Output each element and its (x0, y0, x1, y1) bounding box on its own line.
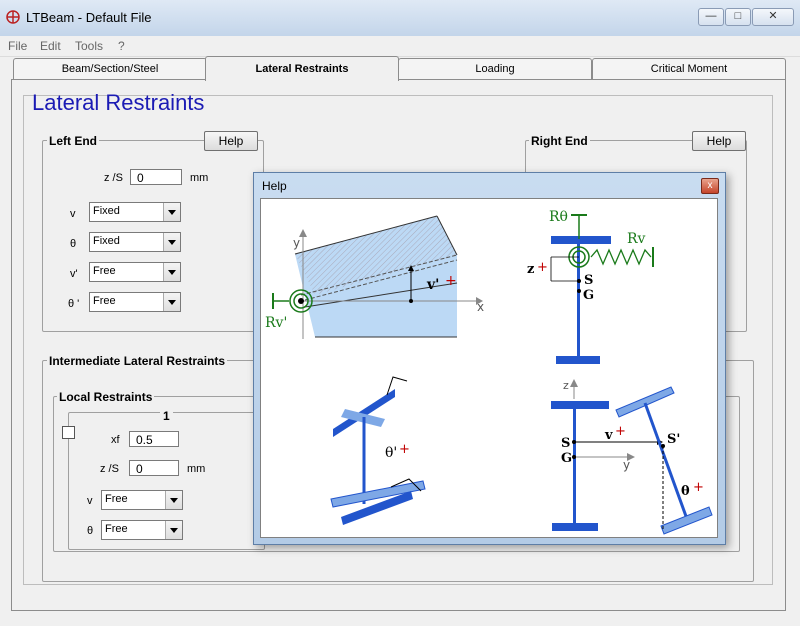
chevron-down-icon[interactable] (163, 203, 180, 221)
int-v-label: v (87, 495, 93, 507)
left-end-title: Left End (47, 134, 99, 148)
local-restraints-title: Local Restraints (57, 390, 155, 404)
tab-loading[interactable]: Loading (398, 58, 592, 79)
g-label-2: G (561, 451, 572, 466)
left-thetaprime-select[interactable]: Free (89, 292, 181, 312)
z-axis-label: z (563, 379, 569, 392)
column-number: 1 (160, 409, 173, 423)
restraint-checkbox[interactable] (62, 426, 75, 439)
int-z-input[interactable]: 0 (129, 460, 179, 476)
int-v-value: Free (105, 493, 128, 505)
theta-prime-label: θ' (385, 445, 397, 461)
tab-lateral-restraints[interactable]: Lateral Restraints (205, 56, 399, 81)
minimize-button[interactable]: — (698, 8, 724, 26)
y-axis-label-1: y (293, 236, 300, 250)
int-theta-label: θ (87, 525, 94, 537)
plus-sign-4: + (615, 424, 626, 439)
left-z-input[interactable]: 0 (130, 169, 182, 185)
maximize-button[interactable]: □ (725, 8, 751, 26)
y-axis-label-2: y (623, 458, 630, 472)
left-z-label: z /S (104, 172, 123, 184)
int-z-label: z /S (100, 463, 119, 475)
menu-tools[interactable]: Tools (75, 39, 103, 53)
help-diagram-svg: y x v' + Rv' Rθ Rv z + S G θ' + z S G v … (265, 209, 713, 535)
g-label-1: G (583, 288, 594, 303)
chevron-down-icon[interactable] (165, 521, 182, 539)
right-end-title: Right End (529, 134, 590, 148)
s-label-1: S (584, 273, 593, 288)
x-axis-label-1: x (477, 300, 484, 314)
menu-help[interactable]: ? (118, 39, 125, 53)
help-diagram: y x v' + Rv' Rθ Rv z + S G θ' + z S G v … (260, 198, 718, 538)
left-end-help-button[interactable]: Help (204, 131, 258, 151)
chevron-down-icon[interactable] (163, 263, 180, 281)
r-theta-label: Rθ (549, 209, 568, 225)
left-v-label: v (70, 208, 76, 220)
menu-edit[interactable]: Edit (40, 39, 61, 53)
plus-sign-5: + (693, 480, 704, 495)
left-thetaprime-value: Free (93, 295, 116, 307)
left-v-value: Fixed (93, 205, 120, 217)
xf-label: xf (111, 434, 120, 446)
s-label-2: S (561, 436, 570, 451)
z-dim-label: z (527, 262, 534, 277)
help-dialog: Help x y x v' + Rv' Rθ Rv z + S G θ' + z… (253, 172, 726, 545)
theta-label: θ (681, 484, 690, 499)
int-v-select[interactable]: Free (101, 490, 183, 510)
app-logo-icon (6, 10, 20, 24)
bottom-left-diagram (330, 376, 426, 525)
left-theta-select[interactable]: Fixed (89, 232, 181, 252)
int-z-unit: mm (187, 463, 206, 475)
left-v-select[interactable]: Fixed (89, 202, 181, 222)
plus-sign-3: + (399, 442, 410, 457)
r-v-label: Rv (627, 231, 646, 247)
right-end-help-button[interactable]: Help (692, 131, 746, 151)
xf-input[interactable]: 0.5 (129, 431, 179, 447)
left-vprime-label: v' (70, 268, 78, 280)
left-vprime-select[interactable]: Free (89, 262, 181, 282)
window-title: LTBeam - Default File (26, 10, 152, 25)
help-dialog-title: Help (262, 179, 287, 193)
chevron-down-icon[interactable] (163, 293, 180, 311)
tab-beam-section-steel[interactable]: Beam/Section/Steel (13, 58, 207, 79)
title-bar: LTBeam - Default File — □ ✕ (0, 0, 800, 37)
plus-sign-1: + (445, 273, 457, 289)
menu-file[interactable]: File (8, 39, 27, 53)
intermediate-title: Intermediate Lateral Restraints (47, 354, 228, 368)
v-prime-label: v' (426, 277, 439, 293)
close-window-button[interactable]: ✕ (752, 8, 794, 26)
plus-sign-2: + (537, 260, 548, 275)
r-v-prime-label: Rv' (265, 315, 287, 331)
left-vprime-value: Free (93, 265, 116, 277)
left-z-unit: mm (190, 172, 209, 184)
bottom-right-diagram (551, 379, 713, 535)
page-title: Lateral Restraints (32, 90, 205, 115)
tab-critical-moment[interactable]: Critical Moment (592, 58, 786, 79)
left-theta-label: θ (70, 238, 77, 250)
s-prime-label: S' (667, 432, 680, 447)
left-thetaprime-label: θ ' (68, 298, 80, 310)
int-theta-select[interactable]: Free (101, 520, 183, 540)
chevron-down-icon[interactable] (163, 233, 180, 251)
chevron-down-icon[interactable] (165, 491, 182, 509)
left-theta-value: Fixed (93, 235, 120, 247)
help-close-button[interactable]: x (701, 178, 719, 194)
int-theta-value: Free (105, 523, 128, 535)
menu-bar: File Edit Tools ? (0, 36, 800, 57)
v-label-2: v (604, 428, 613, 443)
